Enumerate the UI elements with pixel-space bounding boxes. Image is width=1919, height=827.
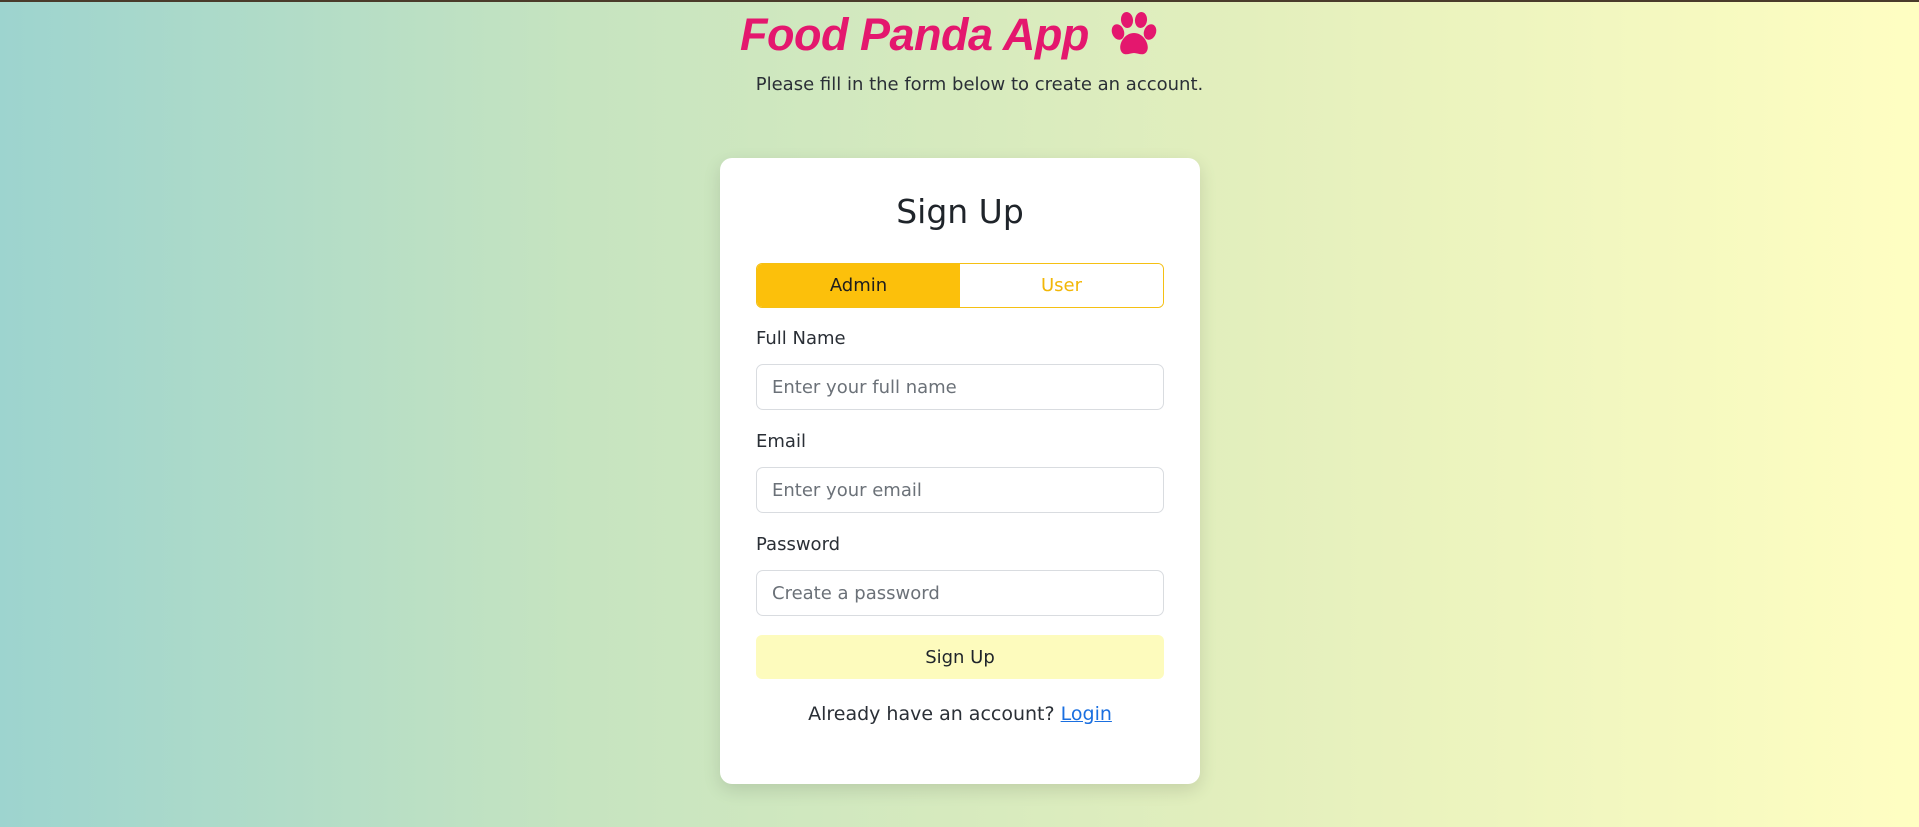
app-subtitle: Please fill in the form below to create … [755, 74, 1204, 95]
admin-role-button[interactable]: Admin [757, 264, 960, 307]
signup-card: Sign Up Admin User Full Name Email Passw… [720, 158, 1200, 784]
app-title-text: Food Panda App [740, 9, 1089, 60]
email-label: Email [756, 431, 806, 452]
password-input[interactable] [756, 570, 1164, 616]
login-prompt-line: Already have an account? Login [720, 703, 1200, 725]
full-name-label: Full Name [756, 328, 846, 349]
user-role-button[interactable]: User [960, 264, 1163, 307]
email-input[interactable] [756, 467, 1164, 513]
role-toggle: Admin User [756, 263, 1164, 308]
sign-up-button[interactable]: Sign Up [756, 635, 1164, 679]
signup-title: Sign Up [896, 192, 1024, 231]
login-prompt-text: Already have an account? [808, 703, 1055, 725]
app-title: Food Panda App [740, 4, 1159, 66]
password-label: Password [756, 534, 841, 555]
full-name-input[interactable] [756, 364, 1164, 410]
login-link[interactable]: Login [1061, 703, 1112, 725]
paw-icon [1109, 12, 1159, 58]
